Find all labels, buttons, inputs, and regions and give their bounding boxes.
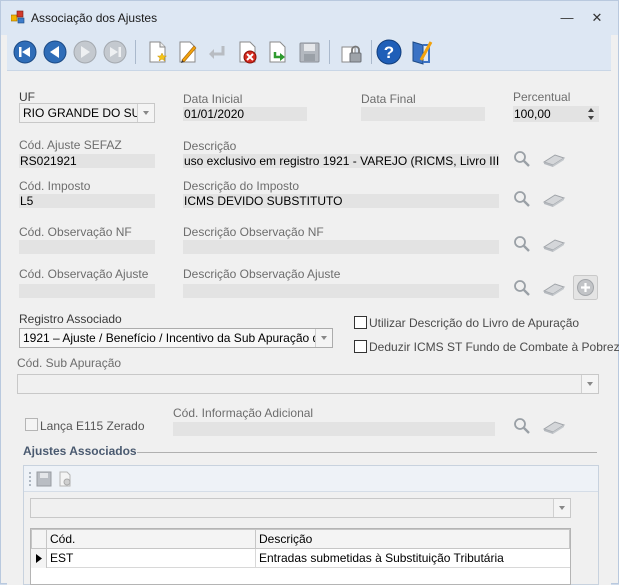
utilizar-descricao-checkbox[interactable] bbox=[354, 316, 367, 329]
row-indicator bbox=[31, 549, 47, 568]
search-icon[interactable] bbox=[513, 190, 531, 208]
previous-record-icon[interactable] bbox=[41, 38, 69, 66]
search-icon[interactable] bbox=[513, 417, 531, 435]
chevron-down-icon[interactable] bbox=[581, 375, 598, 393]
export-record-icon[interactable] bbox=[263, 38, 291, 66]
ajustes-associados-title: Ajustes Associados bbox=[23, 444, 137, 458]
app-icon bbox=[11, 10, 25, 24]
uf-select[interactable]: RIO GRANDE DO SUL bbox=[19, 103, 155, 123]
exit-icon[interactable] bbox=[407, 38, 435, 66]
descricao-field[interactable]: uso exclusivo em registro 1921 - VAREJO … bbox=[183, 154, 499, 168]
cod-sub-apuracao-select[interactable] bbox=[17, 374, 599, 394]
percentual-value: 100,00 bbox=[514, 107, 551, 121]
lanca-e115-checkbox[interactable] bbox=[25, 418, 38, 431]
registro-label: Registro Associado bbox=[19, 312, 122, 326]
eraser-icon[interactable] bbox=[541, 152, 567, 168]
toolbar-separator bbox=[371, 40, 372, 64]
desc-imposto-field[interactable]: ICMS DEVIDO SUBSTITUTO bbox=[183, 194, 499, 208]
registro-select[interactable]: 1921 – Ajuste / Benefício / Incentivo da… bbox=[19, 328, 333, 348]
new-record-icon[interactable] bbox=[143, 38, 171, 66]
close-button[interactable]: ✕ bbox=[587, 9, 607, 27]
group-divider bbox=[137, 452, 597, 453]
cod-ajuste-field[interactable]: RS021921 bbox=[19, 154, 155, 168]
main-window: Associação dos Ajustes — ✕ ? UF RIO GRAN… bbox=[0, 0, 619, 585]
uf-value: RIO GRANDE DO SUL bbox=[23, 106, 148, 120]
eraser-icon[interactable] bbox=[541, 419, 567, 435]
table-row[interactable]: EST Entradas submetidas à Substituição T… bbox=[31, 549, 570, 568]
ajustes-select[interactable] bbox=[30, 498, 571, 518]
save-icon[interactable] bbox=[36, 471, 52, 487]
lanca-e115-label: Lança E115 Zerado bbox=[40, 419, 145, 433]
minimize-button[interactable]: — bbox=[557, 9, 577, 27]
delete-icon[interactable] bbox=[58, 471, 72, 487]
svg-text:?: ? bbox=[384, 43, 394, 62]
save-icon[interactable] bbox=[295, 38, 323, 66]
uf-label: UF bbox=[19, 90, 35, 104]
cod-obs-ajuste-field[interactable] bbox=[19, 284, 155, 298]
toolbar-separator bbox=[135, 40, 136, 64]
toolbar-grip-icon bbox=[29, 472, 31, 486]
search-icon[interactable] bbox=[513, 150, 531, 168]
column-header-cod-label: Cód. bbox=[50, 532, 76, 546]
lock-icon[interactable] bbox=[337, 38, 365, 66]
form-area: UF RIO GRANDE DO SUL Data Inicial 01/01/… bbox=[7, 72, 619, 585]
current-row-icon bbox=[36, 554, 42, 563]
undo-icon[interactable] bbox=[203, 38, 231, 66]
first-record-icon[interactable] bbox=[11, 38, 39, 66]
data-inicial-label: Data Inicial bbox=[183, 92, 243, 106]
desc-obs-nf-field[interactable] bbox=[183, 240, 499, 254]
cod-obs-nf-label: Cód. Observação NF bbox=[19, 225, 132, 239]
toolbar-separator bbox=[329, 40, 330, 64]
eraser-icon[interactable] bbox=[541, 281, 567, 297]
percentual-label: Percentual bbox=[513, 90, 571, 104]
eraser-icon[interactable] bbox=[541, 192, 567, 208]
toolbar: ? bbox=[7, 35, 611, 71]
window-title: Associação dos Ajustes bbox=[31, 11, 158, 25]
cod-info-adicional-field[interactable] bbox=[173, 422, 495, 436]
spinner-icon[interactable] bbox=[584, 106, 598, 122]
chevron-down-icon[interactable] bbox=[137, 104, 154, 122]
cell-descricao: Entradas submetidas à Substituição Tribu… bbox=[259, 551, 504, 565]
cod-obs-nf-field[interactable] bbox=[19, 240, 155, 254]
cod-imposto-field[interactable]: L5 bbox=[19, 194, 155, 208]
search-icon[interactable] bbox=[513, 235, 531, 253]
deduzir-icms-checkbox[interactable] bbox=[354, 340, 367, 353]
data-inicial-field[interactable]: 01/01/2020 bbox=[183, 107, 307, 121]
data-final-label: Data Final bbox=[361, 92, 416, 106]
cell-cod: EST bbox=[50, 551, 74, 565]
add-icon[interactable] bbox=[573, 275, 598, 300]
utilizar-descricao-label: Utilizar Descrição do Livro de Apuração bbox=[369, 316, 580, 330]
cod-ajuste-label: Cód. Ajuste SEFAZ bbox=[19, 138, 122, 152]
desc-imposto-label: Descrição do Imposto bbox=[183, 179, 300, 193]
data-final-field[interactable] bbox=[361, 107, 485, 121]
column-header-cod[interactable]: Cód. bbox=[46, 529, 256, 549]
desc-obs-ajuste-label: Descrição Observação Ajuste bbox=[183, 267, 341, 281]
desc-obs-ajuste-field[interactable] bbox=[183, 284, 499, 298]
column-header-descricao[interactable]: Descrição bbox=[255, 529, 570, 549]
edit-record-icon[interactable] bbox=[173, 38, 201, 66]
cod-info-adicional-label: Cód. Informação Adicional bbox=[173, 406, 314, 420]
column-header-descricao-label: Descrição bbox=[259, 532, 313, 546]
cod-imposto-label: Cód. Imposto bbox=[19, 179, 91, 193]
ajustes-grid: Cód. Descrição EST Entradas submetidas à… bbox=[30, 528, 571, 585]
registro-value: 1921 – Ajuste / Benefício / Incentivo da… bbox=[23, 331, 333, 345]
ajustes-toolbar bbox=[24, 466, 598, 492]
last-record-icon[interactable] bbox=[101, 38, 129, 66]
ajustes-panel: Cód. Descrição EST Entradas submetidas à… bbox=[23, 465, 599, 585]
cod-sub-apuracao-label: Cód. Sub Apuração bbox=[17, 356, 122, 370]
deduzir-icms-label: Deduzir ICMS ST Fundo de Combate à Pobre… bbox=[369, 340, 619, 354]
cod-obs-ajuste-label: Cód. Observação Ajuste bbox=[19, 267, 149, 281]
row-header-corner bbox=[31, 529, 47, 549]
help-icon[interactable]: ? bbox=[375, 38, 403, 66]
desc-obs-nf-label: Descrição Observação NF bbox=[183, 225, 324, 239]
delete-record-icon[interactable] bbox=[233, 38, 261, 66]
eraser-icon[interactable] bbox=[541, 237, 567, 253]
descricao-label: Descrição bbox=[183, 139, 237, 153]
chevron-down-icon[interactable] bbox=[315, 329, 332, 347]
search-icon[interactable] bbox=[513, 279, 531, 297]
chevron-down-icon[interactable] bbox=[553, 499, 570, 517]
title-bar: Associação dos Ajustes — ✕ bbox=[1, 1, 618, 35]
next-record-icon[interactable] bbox=[71, 38, 99, 66]
